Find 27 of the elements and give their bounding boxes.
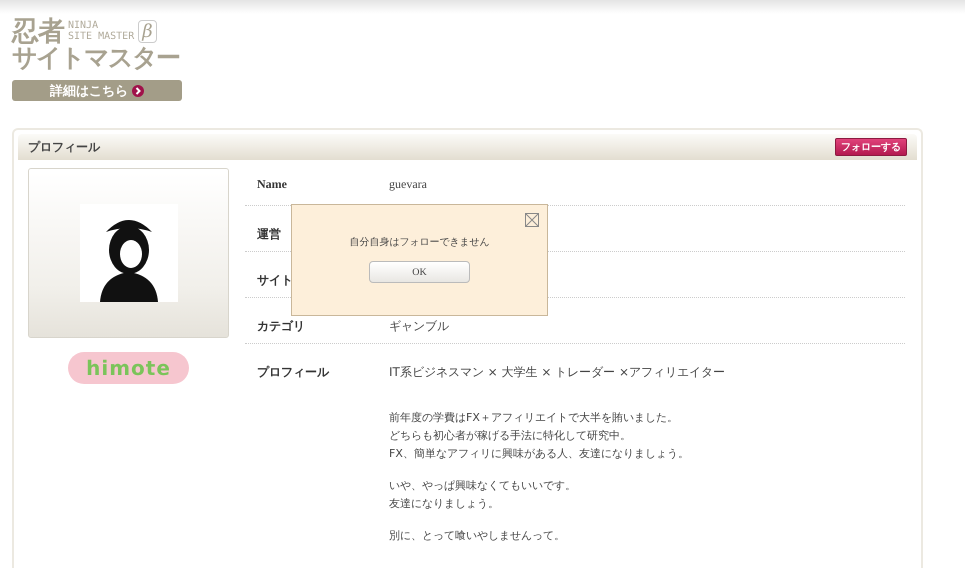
field-value: ギャンブル — [389, 318, 450, 335]
field-label: プロフィール — [257, 364, 329, 381]
follow-button[interactable]: フォローする — [835, 138, 907, 156]
profile-line: 友達になりましょう。 — [389, 496, 499, 512]
chevron-icon — [132, 84, 144, 96]
logo-title: サイトマスター — [12, 45, 179, 70]
himote-badge: himote — [68, 352, 189, 384]
ok-button[interactable]: OK — [369, 261, 470, 283]
profile-line: どちらも初心者が稼げる手法に特化して研究中。 — [389, 428, 631, 444]
profile-line: FX、簡単なアフィリに興味がある人、友達になりましょう。 — [389, 446, 689, 462]
field-label: Name — [257, 177, 287, 192]
panel-title: プロフィール — [28, 138, 100, 156]
field-label: 運営 — [257, 226, 281, 243]
profile-line: いや、やっぱ興味なくてもいいです。 — [389, 478, 576, 494]
details-button[interactable]: 詳細はこちら — [12, 80, 182, 101]
logo-subtitle: NINJA — [68, 21, 100, 32]
field-value: IT系ビジネスマン × 大学生 × トレーダー ×アフィリエイター — [389, 364, 726, 381]
profile-line: 別に、とって喰いやしませんって。 — [389, 528, 565, 544]
field-value: guevara — [389, 177, 428, 192]
logo-title: 忍者 — [12, 18, 64, 45]
profile-line: 前年度の学費はFX＋アフィリエイトで大半を賄いました。 — [389, 410, 678, 426]
dialog-message: 自分自身はフォローできません — [350, 236, 490, 249]
close-button[interactable] — [525, 213, 539, 227]
beta-label: β — [138, 20, 157, 43]
field-label: サイト — [257, 272, 293, 289]
logo-subtitle: SITE MASTER — [68, 32, 134, 42]
field-label: カテゴリ — [257, 318, 305, 335]
